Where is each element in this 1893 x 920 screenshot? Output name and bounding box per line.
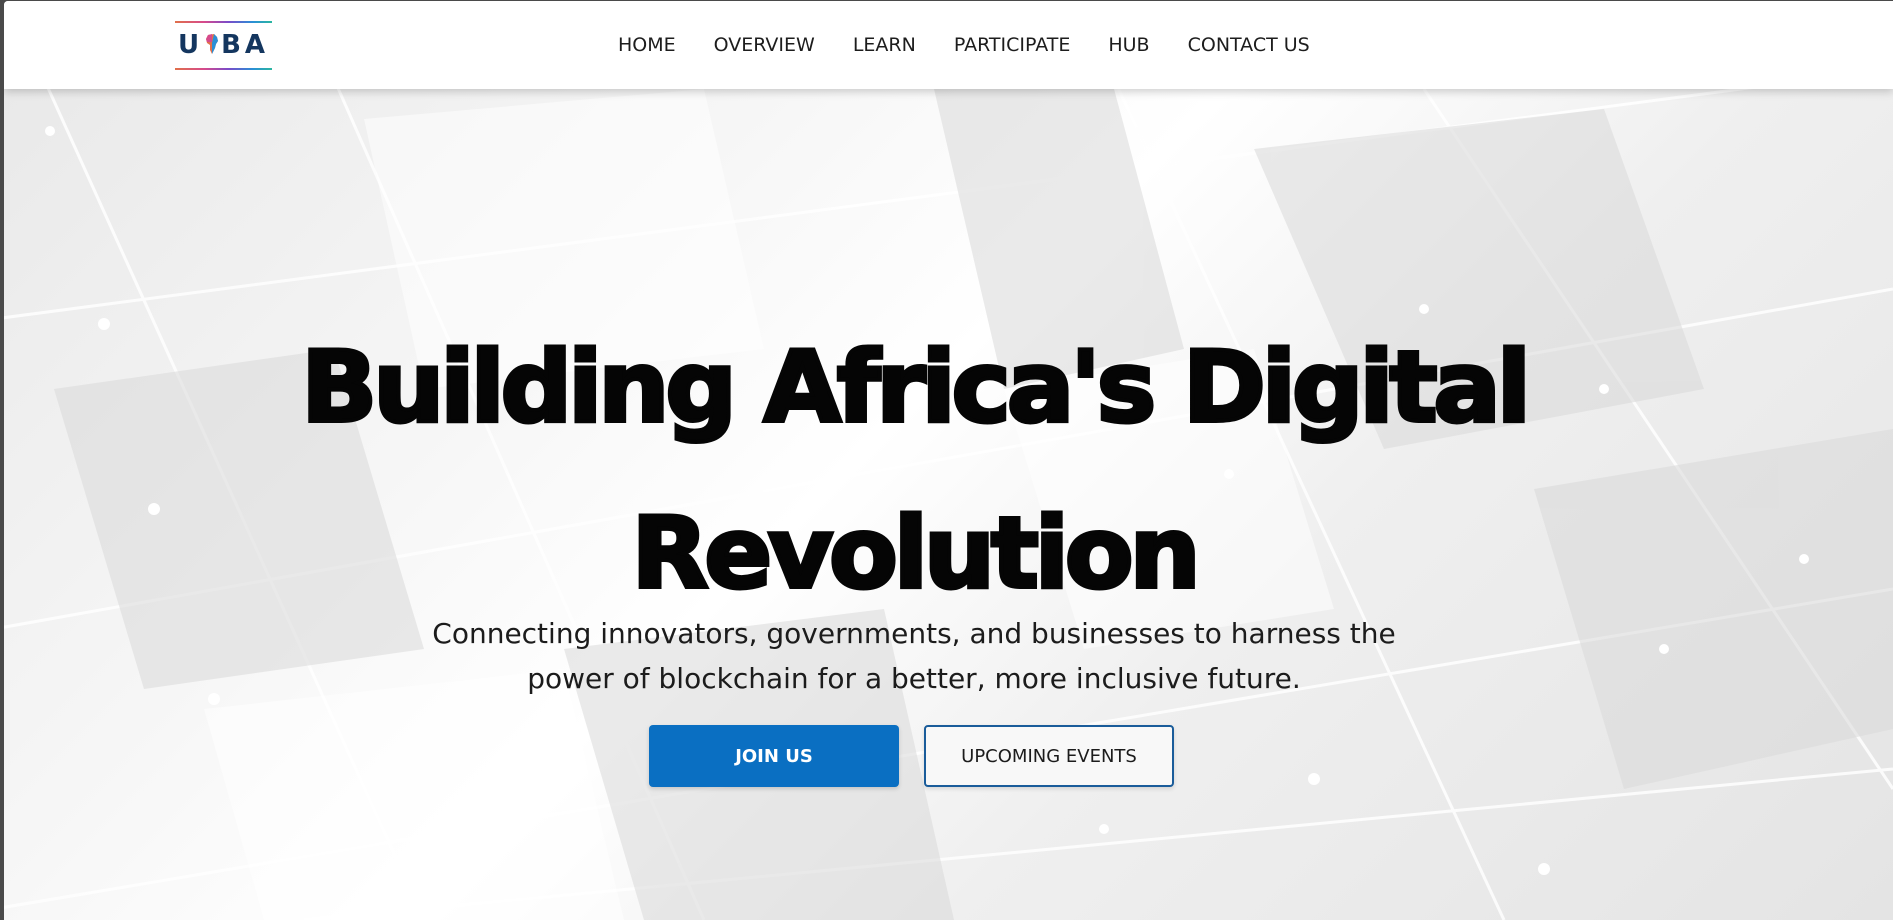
main-nav: HOME OVERVIEW LEARN PARTICIPATE HUB CONT… xyxy=(618,1,1348,89)
join-us-button[interactable]: JOIN US xyxy=(649,725,899,787)
hero-subtitle-line: Connecting innovators, governments, and … xyxy=(432,617,1396,650)
site-logo[interactable]: U BA xyxy=(175,21,272,71)
nav-home[interactable]: HOME xyxy=(618,34,676,56)
logo-text: U BA xyxy=(175,29,272,61)
logo-letter-u: U xyxy=(177,30,204,60)
browser-viewport: U BA HOME OVERVIEW LEARN PARTICIPATE HUB… xyxy=(4,1,1893,920)
nav-participate[interactable]: PARTICIPATE xyxy=(954,34,1071,56)
top-navbar: U BA HOME OVERVIEW LEARN PARTICIPATE HUB… xyxy=(4,1,1893,89)
nav-learn[interactable]: LEARN xyxy=(853,34,916,56)
africa-map-icon xyxy=(206,34,219,54)
logo-letters-ba: BA xyxy=(221,30,270,60)
logo-gradient-bar xyxy=(175,68,272,70)
hero-section: Building Africa's Digital Revolution Con… xyxy=(4,89,1893,920)
nav-contact-us[interactable]: CONTACT US xyxy=(1188,34,1310,56)
hero-subtitle: Connecting innovators, governments, and … xyxy=(4,611,1824,701)
hero-title: Building Africa's Digital Revolution xyxy=(4,305,1842,637)
nav-hub[interactable]: HUB xyxy=(1108,34,1149,56)
nav-overview[interactable]: OVERVIEW xyxy=(714,34,815,56)
upcoming-events-button[interactable]: UPCOMING EVENTS xyxy=(924,725,1174,787)
hero-title-line: Building Africa's Digital xyxy=(299,329,1533,447)
hero-subtitle-line: power of blockchain for a better, more i… xyxy=(527,662,1301,695)
logo-gradient-bar xyxy=(175,21,272,23)
